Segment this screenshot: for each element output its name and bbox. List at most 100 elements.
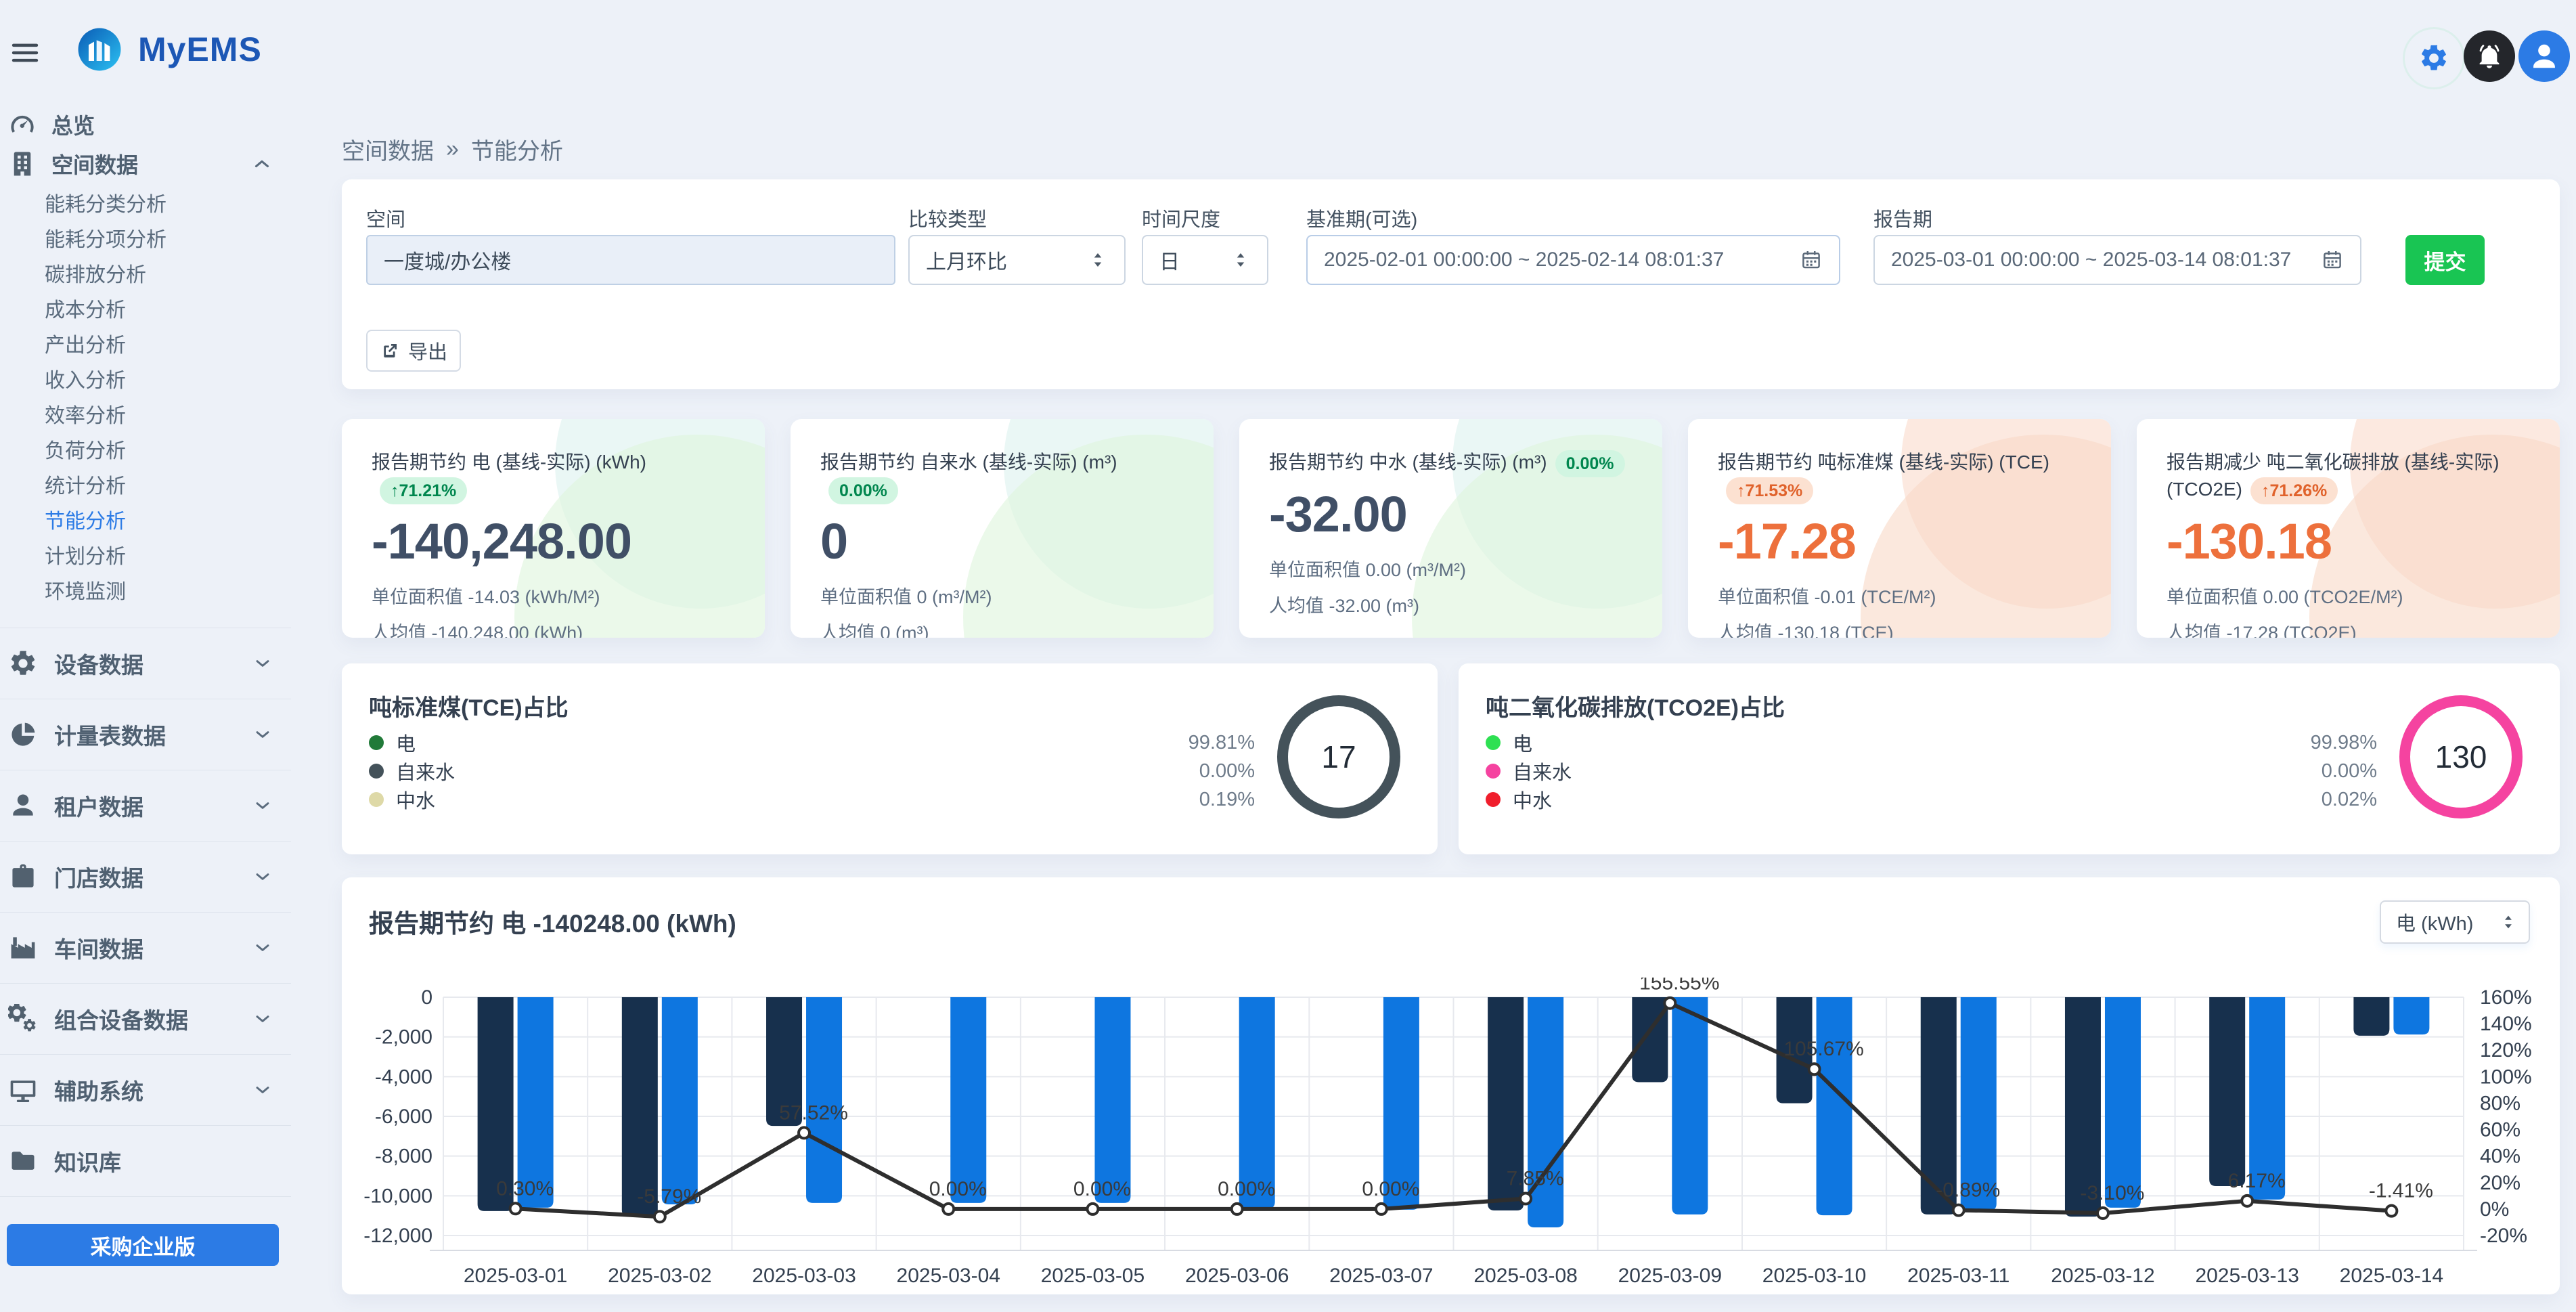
compare-type-select[interactable]: 上月环比 bbox=[908, 235, 1126, 285]
kpi-trend-badge: ↑71.21% bbox=[380, 477, 467, 504]
legend-label: 中水 bbox=[1513, 785, 1552, 814]
legend-row: 中水0.02% bbox=[1486, 785, 2377, 814]
report-period-input[interactable]: 2025-03-01 00:00:00 ~ 2025-03-14 08:01:3… bbox=[1873, 235, 2361, 285]
svg-text:-10,000: -10,000 bbox=[363, 1185, 432, 1207]
kpi-sub-line2: 人均值 -140,248.00 (kWh) bbox=[372, 618, 738, 638]
sidebar-item-label: 空间数据 bbox=[51, 148, 138, 179]
svg-text:2025-03-13: 2025-03-13 bbox=[2195, 1265, 2299, 1287]
svg-text:60%: 60% bbox=[2480, 1119, 2521, 1141]
svg-text:2025-03-01: 2025-03-01 bbox=[464, 1265, 567, 1287]
legend-dot bbox=[1486, 792, 1501, 807]
bell-icon bbox=[2475, 42, 2504, 70]
report-period-label: 报告期 bbox=[1873, 204, 1932, 232]
sidebar-subitem-6[interactable]: 收入分析 bbox=[0, 364, 291, 399]
chevron-up-icon bbox=[250, 152, 273, 175]
sidebar-subitem-1[interactable]: 能耗分类分析 bbox=[0, 188, 291, 223]
sidebar-sections: 设备数据计量表数据租户数据门店数据车间数据组合设备数据辅助系统知识库 bbox=[0, 628, 291, 1197]
menu-toggle-icon[interactable] bbox=[9, 39, 41, 66]
space-input[interactable] bbox=[366, 235, 895, 285]
compare-type-value: 上月环比 bbox=[926, 245, 1007, 275]
svg-text:40%: 40% bbox=[2480, 1145, 2521, 1168]
sidebar-section-5[interactable]: 车间数据 bbox=[0, 912, 291, 983]
sidebar-section-6[interactable]: 组合设备数据 bbox=[0, 983, 291, 1054]
sidebar-subitem-3[interactable]: 碳排放分析 bbox=[0, 258, 291, 293]
kpi-title: 报告期节约 中水 (基线-实际) (m³) bbox=[1269, 452, 1547, 473]
tco2e-share-panel: 吨二氧化碳排放(TCO2E)占比 电99.98%自来水0.00%中水0.02% … bbox=[1459, 663, 2560, 854]
logo[interactable]: MyEMS bbox=[74, 24, 262, 74]
sidebar-section-label: 组合设备数据 bbox=[54, 1003, 188, 1035]
svg-text:2025-03-04: 2025-03-04 bbox=[897, 1265, 1000, 1287]
kpi-sub-line1: 单位面积值 0.00 (TCO2E/M²) bbox=[2167, 582, 2533, 609]
notifications-button[interactable] bbox=[2464, 30, 2515, 82]
svg-text:2025-03-02: 2025-03-02 bbox=[608, 1265, 711, 1287]
svg-text:57.52%: 57.52% bbox=[779, 1101, 848, 1124]
sidebar-item-space-data[interactable]: 空间数据 bbox=[0, 144, 291, 183]
sidebar-section-label: 租户数据 bbox=[54, 789, 143, 822]
svg-text:-0.89%: -0.89% bbox=[1936, 1179, 2000, 1202]
kpi-value: -130.18 bbox=[2167, 512, 2533, 570]
legend-row: 电99.98% bbox=[1486, 728, 2377, 757]
sidebar-section-7[interactable]: 辅助系统 bbox=[0, 1054, 291, 1125]
svg-text:100%: 100% bbox=[2480, 1066, 2532, 1088]
sidebar-section-label: 计量表数据 bbox=[54, 718, 166, 751]
kpi-card-row: 报告期节约 电 (基线-实际) (kWh)↑71.21%-140,248.00单… bbox=[342, 419, 2560, 638]
kpi-trend-badge: ↑71.53% bbox=[1726, 477, 1813, 504]
monitor-icon bbox=[8, 1075, 38, 1105]
sidebar-subitem-9[interactable]: 统计分析 bbox=[0, 469, 291, 504]
submit-button[interactable]: 提交 bbox=[2405, 235, 2485, 285]
legend-dot bbox=[369, 764, 384, 779]
sidebar-item-overview[interactable]: 总览 bbox=[0, 105, 291, 144]
tco2e-legend: 电99.98%自来水0.00%中水0.02% bbox=[1486, 728, 2377, 814]
sidebar-section-4[interactable]: 门店数据 bbox=[0, 841, 291, 912]
legend-value: 99.98% bbox=[2311, 732, 2377, 754]
period-type-label: 时间尺度 bbox=[1142, 204, 1220, 232]
svg-text:-20%: -20% bbox=[2480, 1225, 2527, 1247]
legend-row: 中水0.19% bbox=[369, 785, 1255, 814]
base-period-input[interactable]: 2025-02-01 00:00:00 ~ 2025-02-14 08:01:3… bbox=[1306, 235, 1840, 285]
kpi-sub-line2: 人均值 -17.28 (TCO2E) bbox=[2167, 618, 2533, 638]
export-button[interactable]: 导出 bbox=[366, 330, 461, 372]
sidebar-subitem-11[interactable]: 计划分析 bbox=[0, 540, 291, 575]
legend-value: 0.00% bbox=[1199, 760, 1255, 783]
sidebar-section-2[interactable]: 计量表数据 bbox=[0, 699, 291, 770]
settings-button[interactable] bbox=[2403, 27, 2465, 89]
sidebar-section-3[interactable]: 租户数据 bbox=[0, 770, 291, 841]
sidebar-section-1[interactable]: 设备数据 bbox=[0, 628, 291, 699]
factory-icon bbox=[8, 933, 38, 963]
export-label: 导出 bbox=[408, 336, 447, 365]
myems-logo-icon bbox=[74, 24, 125, 74]
kpi-title: 报告期节约 自来水 (基线-实际) (m³) bbox=[820, 452, 1117, 473]
buy-enterprise-button[interactable]: 采购企业版 bbox=[7, 1224, 279, 1266]
panel-title: 吨二氧化碳排放(TCO2E)占比 bbox=[1486, 689, 1785, 722]
sidebar-subitem-2[interactable]: 能耗分项分析 bbox=[0, 223, 291, 258]
svg-text:-3.10%: -3.10% bbox=[2080, 1182, 2144, 1204]
gauge-icon bbox=[8, 110, 37, 139]
sidebar-section-8[interactable]: 知识库 bbox=[0, 1125, 291, 1197]
sidebar-subitem-7[interactable]: 效率分析 bbox=[0, 399, 291, 434]
user-menu-button[interactable] bbox=[2518, 30, 2570, 82]
person-icon bbox=[8, 791, 38, 821]
kpi-trend-badge: 0.00% bbox=[828, 477, 898, 504]
sidebar-section-label: 知识库 bbox=[54, 1145, 121, 1177]
legend-row: 自来水0.00% bbox=[1486, 757, 2377, 785]
svg-text:2025-03-10: 2025-03-10 bbox=[1762, 1265, 1866, 1287]
svg-text:6.17%: 6.17% bbox=[2228, 1170, 2286, 1192]
filter-panel: 空间 比较类型 上月环比 时间尺度 日 基准期(可选) 2025-02-01 0… bbox=[342, 179, 2560, 389]
legend-value: 0.19% bbox=[1199, 789, 1255, 811]
sidebar-subitem-10-active[interactable]: 节能分析 bbox=[0, 504, 291, 540]
legend-value: 99.81% bbox=[1189, 732, 1255, 754]
period-type-value: 日 bbox=[1159, 245, 1180, 275]
sidebar-subitem-12[interactable]: 环境监测 bbox=[0, 575, 291, 610]
svg-text:2025-03-14: 2025-03-14 bbox=[2340, 1265, 2443, 1287]
svg-text:2025-03-11: 2025-03-11 bbox=[1907, 1265, 2009, 1287]
legend-dot bbox=[1486, 764, 1501, 779]
sidebar-subitem-8[interactable]: 负荷分析 bbox=[0, 434, 291, 469]
period-type-select[interactable]: 日 bbox=[1142, 235, 1268, 285]
kpi-card-1: 报告期节约 电 (基线-实际) (kWh)↑71.21%-140,248.00单… bbox=[342, 419, 765, 638]
svg-text:0.00%: 0.00% bbox=[929, 1178, 987, 1200]
svg-text:0: 0 bbox=[421, 986, 432, 1009]
sidebar-subitem-4[interactable]: 成本分析 bbox=[0, 293, 291, 328]
sidebar-subitem-5[interactable]: 产出分析 bbox=[0, 328, 291, 364]
breadcrumb-parent[interactable]: 空间数据 bbox=[342, 133, 434, 166]
savings-bar-line-chart[interactable]: 0-2,000-4,000-6,000-8,000-10,000-12,0001… bbox=[342, 877, 2560, 1294]
